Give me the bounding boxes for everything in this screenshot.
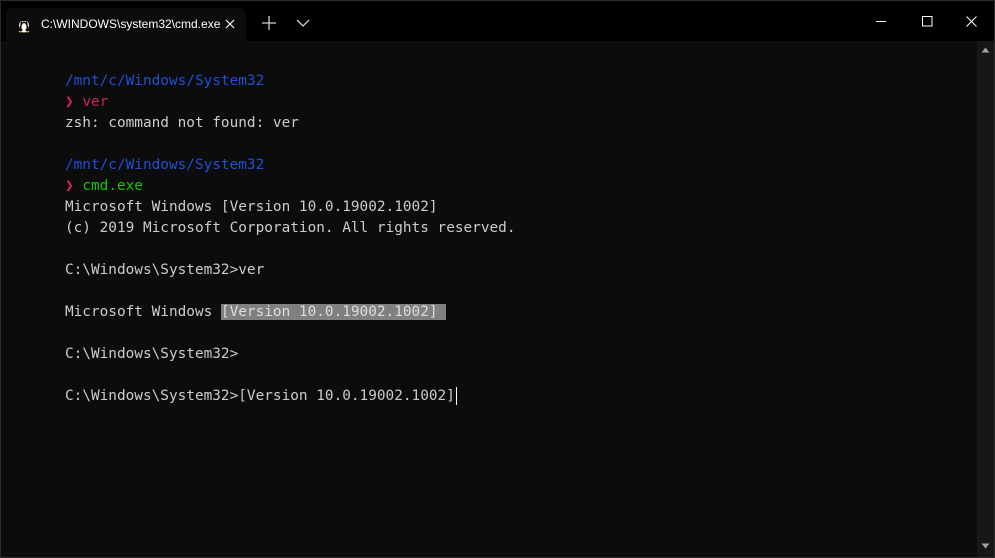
tab-close-icon[interactable] xyxy=(222,16,238,32)
terminal-line: /mnt/c/Windows/System32 xyxy=(13,50,264,89)
terminal-line: C:\Windows\System32> xyxy=(13,323,238,362)
output-text: zsh: command not found: ver xyxy=(64,115,299,131)
output-text: C:\Windows\System32>ver xyxy=(64,262,265,278)
output-text: C:\Windows\System32> xyxy=(64,346,239,362)
input-text[interactable]: C:\Windows\System32>[Version 10.0.19002.… xyxy=(65,388,455,404)
text-cursor xyxy=(455,387,457,405)
tab-cmd[interactable]: C:\WINDOWS\system32\cmd.exe xyxy=(6,8,246,41)
scroll-up-arrow-icon[interactable] xyxy=(981,47,990,53)
chevron-down-icon[interactable] xyxy=(293,13,313,33)
minimize-icon xyxy=(876,21,886,22)
close-icon xyxy=(966,16,977,27)
selected-text[interactable]: [Version 10.0.19002.1002] xyxy=(220,304,447,320)
scroll-down-arrow-icon[interactable] xyxy=(981,543,990,549)
output-text: Microsoft Windows xyxy=(64,304,221,320)
close-window-button[interactable] xyxy=(948,1,994,41)
maximize-button[interactable] xyxy=(904,1,950,41)
maximize-icon xyxy=(922,16,933,27)
output-text: (c) 2019 Microsoft Corporation. All righ… xyxy=(64,220,516,236)
terminal-line: zsh: command not found: ver xyxy=(13,92,299,131)
tab-title: C:\WINDOWS\system32\cmd.exe xyxy=(41,17,221,31)
terminal-line: C:\Windows\System32>[Version 10.0.19002.… xyxy=(13,365,457,405)
plus-icon[interactable] xyxy=(259,13,279,33)
minimize-button[interactable] xyxy=(858,1,904,41)
terminal-line: ❯ ver xyxy=(13,71,108,110)
vertical-scrollbar[interactable] xyxy=(977,41,994,557)
linux-tux-icon xyxy=(18,18,30,33)
terminal-line: Microsoft Windows [Version 10.0.19002.10… xyxy=(13,281,447,320)
title-bar[interactable]: C:\WINDOWS\system32\cmd.exe xyxy=(1,1,994,41)
terminal-line: Microsoft Windows [Version 10.0.19002.10… xyxy=(13,176,438,215)
terminal-output[interactable]: /mnt/c/Windows/System32 ❯ ver zsh: comma… xyxy=(1,41,977,557)
terminal-window: C:\WINDOWS\system32\cmd.exe /mnt/c/Windo… xyxy=(0,0,995,558)
terminal-line: ❯ cmd.exe xyxy=(13,155,143,194)
terminal-line: /mnt/c/Windows/System32 xyxy=(13,134,264,173)
terminal-line: (c) 2019 Microsoft Corporation. All righ… xyxy=(13,197,516,236)
terminal-line: C:\Windows\System32>ver xyxy=(13,239,264,278)
